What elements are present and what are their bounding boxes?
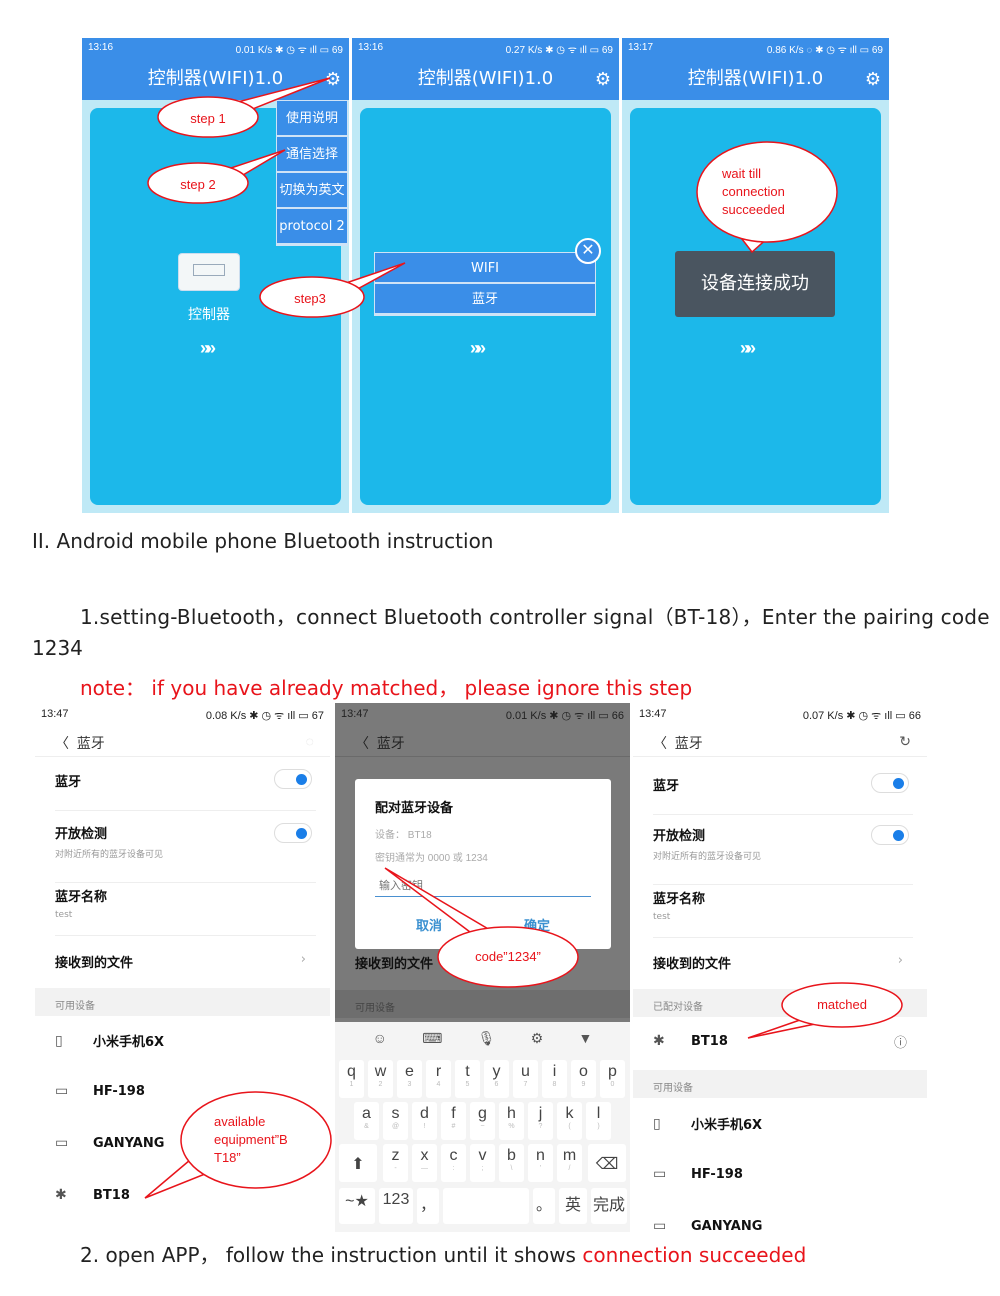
callout-step3: step3 (294, 291, 326, 306)
callout-matched: matched (817, 997, 867, 1012)
step2-highlight: connection succeeded (582, 1243, 807, 1267)
callout-step2: step 2 (180, 177, 216, 192)
callout-code: code”1234” (475, 949, 541, 964)
callout-step1: step 1 (190, 111, 226, 126)
section-heading: II. Android mobile phone Bluetooth instr… (32, 529, 494, 553)
step2-prefix: 2. open APP， follow the instruction unti… (80, 1243, 583, 1267)
top-callout-shapes (147, 77, 838, 318)
step1-text: 1.setting-Bluetooth，connect Bluetooth co… (80, 605, 990, 629)
callout-available: available equipment”B T18” (214, 1114, 288, 1165)
step2-text: 2. open APP， follow the instruction unti… (80, 1239, 806, 1268)
step1-text-cont: 1234 (32, 636, 83, 660)
callout-wait: wait till connection succeeded (722, 166, 785, 217)
bottom-callout-shapes (144, 867, 903, 1199)
